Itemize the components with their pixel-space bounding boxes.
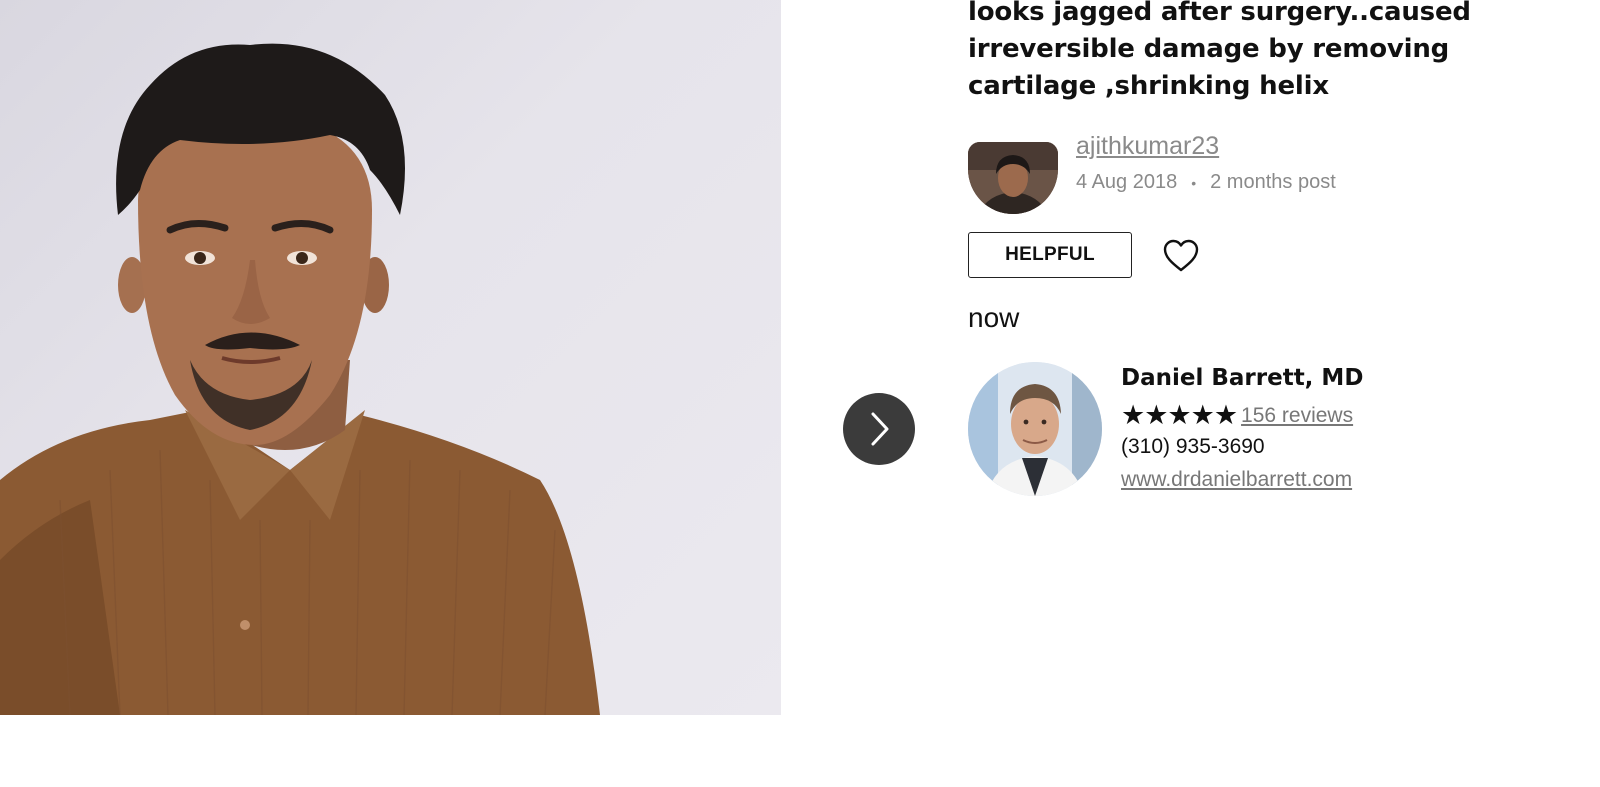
post-relative-time: 2 months post [1210,171,1336,193]
post-meta: 4 Aug 2018 • 2 months post [1076,171,1336,194]
status-text: now [968,302,1020,333]
page: looks jagged after surgery..caused irrev… [0,0,1600,787]
post-date: 4 Aug 2018 [1076,171,1178,193]
doctor-avatar[interactable] [968,362,1102,496]
favorite-button[interactable] [1162,238,1200,274]
post-author: ajithkumar23 4 Aug 2018 • 2 months post [968,128,1568,218]
author-avatar-image [968,142,1058,214]
post-title-line: looks jagged after surgery..caused [968,0,1471,27]
star-rating: ★★★★★ [1121,400,1238,430]
doctor-avatar-image [968,362,1102,496]
helpful-button[interactable]: HELPFUL [968,232,1132,278]
author-username-link[interactable]: ajithkumar23 [1076,132,1219,161]
meta-separator: • [1191,174,1197,191]
doctor-card: Daniel Barrett, MD ★★★★★ 156 reviews (310… [968,362,1568,502]
next-button[interactable] [843,393,915,465]
doctor-website-link[interactable]: www.drdanielbarrett.com [1121,468,1352,492]
doctor-rating: ★★★★★ 156 reviews [1121,400,1353,431]
patient-photo[interactable] [0,0,781,715]
heart-outline-icon [1163,239,1199,272]
post-title-line: cartilage ,shrinking helix [968,71,1329,101]
doctor-phone: (310) 935-3690 [1121,435,1265,458]
reviews-link[interactable]: 156 reviews [1241,404,1353,427]
doctor-name: Daniel Barrett, MD [1121,365,1364,391]
chevron-right-icon [871,412,889,446]
post-title: looks jagged after surgery..caused irrev… [968,0,1568,105]
author-avatar[interactable] [968,142,1058,214]
post-title-line: irreversible damage by removing [968,34,1450,64]
patient-photo-illustration [0,43,600,715]
